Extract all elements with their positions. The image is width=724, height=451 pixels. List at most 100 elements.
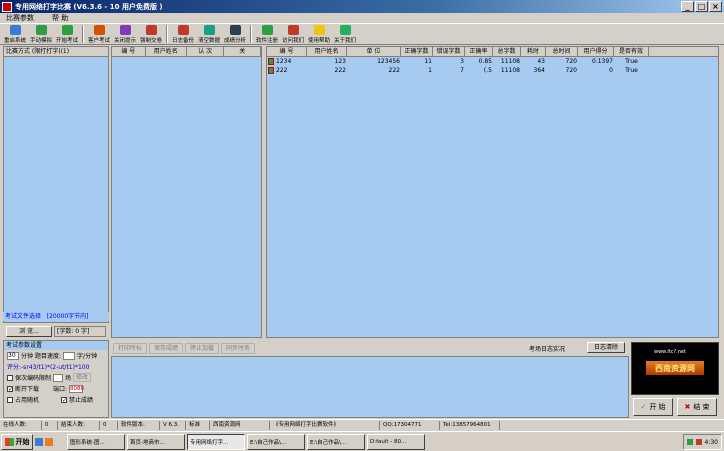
results-header-7[interactable]: 耗时 xyxy=(521,47,546,56)
start-menu-button[interactable]: 开始 xyxy=(1,433,33,450)
mid-header-1[interactable]: 用户姓名 xyxy=(146,47,187,56)
taskbar-item-2[interactable]: 专用网络打字... xyxy=(187,433,245,450)
log-action-button-3[interactable]: 同步时务 xyxy=(221,343,255,354)
table-row[interactable]: 222 222 222 1 7 (.5 11108 364 720 0 True xyxy=(267,66,718,75)
toolbar-button-9[interactable]: 软件注册 xyxy=(254,23,280,44)
table-cell: 11108 xyxy=(500,67,520,74)
toolbar-separator xyxy=(82,25,84,43)
toolbar-separator xyxy=(166,25,168,43)
option1-label: 保次编码限制 xyxy=(15,375,52,382)
taskbar-item-5[interactable]: D:fault - 80... xyxy=(367,433,425,450)
taskbar-item-1[interactable]: 首页-地商市... xyxy=(127,433,185,450)
status-field-7: 西南资源网 xyxy=(210,420,270,430)
results-header-6[interactable]: 总字数 xyxy=(493,47,521,56)
system-tray: 4:30 xyxy=(682,434,722,450)
start-button[interactable]: ✓ 开 始 xyxy=(633,398,673,416)
toolbar-button-6[interactable]: 日志备份 xyxy=(170,23,196,44)
settings-heading: 考试参数设置 xyxy=(4,341,108,350)
clear-log-button[interactable]: 日志清除 xyxy=(587,342,625,353)
toolbar-button-8[interactable]: 成绩分析 xyxy=(222,23,248,44)
option1-checkbox[interactable] xyxy=(7,374,13,381)
option3-checkbox[interactable] xyxy=(7,396,13,403)
table-cell: 222 xyxy=(388,67,400,74)
toolbar-icon-5 xyxy=(145,25,157,35)
menu-bar: 比赛参数 帮 助 xyxy=(0,13,724,23)
stop-button[interactable]: ✖ 结 束 xyxy=(677,398,717,416)
mid-header-3[interactable]: 关 xyxy=(224,47,261,56)
results-header-8[interactable]: 总时间 xyxy=(546,47,578,56)
settings-panel: 考试参数设置 30 分钟 题目速度: 字/分钟 评分:-sr43/t1)*(2-… xyxy=(3,340,109,418)
toolbar-button-11[interactable]: 使用帮助 xyxy=(306,23,332,44)
toolbar-button-5[interactable]: 强制交卷 xyxy=(138,23,164,44)
ad-banner[interactable]: www.itc?.net 西南资源网 xyxy=(631,342,719,395)
toolbar-button-3[interactable]: 客户考试 xyxy=(86,23,112,44)
score-formula: 评分:-sr43/t1)*(2-ut/t1)*100 xyxy=(7,364,90,371)
toolbar-label-6: 日志备份 xyxy=(171,38,194,44)
table-cell: (.5 xyxy=(483,67,492,74)
option4-checkbox[interactable]: ✓ xyxy=(61,396,67,403)
network-icon[interactable] xyxy=(686,439,693,445)
results-header-0[interactable]: 编 号 xyxy=(267,47,307,56)
maximize-button[interactable]: □ xyxy=(695,1,708,12)
browse-button[interactable]: 浏 览... xyxy=(6,326,52,337)
toolbar-button-4[interactable]: 关闭提示 xyxy=(112,23,138,44)
mid-header-0[interactable]: 编 号 xyxy=(112,47,146,56)
results-header-3[interactable]: 正确字数 xyxy=(401,47,433,56)
toolbar-button-10[interactable]: 访问我们 xyxy=(280,23,306,44)
port-input[interactable]: 8088 xyxy=(69,384,84,393)
table-row[interactable]: 1234 123 123456 11 3 0.85 11108 43 720 0.1397 True xyxy=(267,57,718,66)
toolbar-button-0[interactable]: 重启系统 xyxy=(2,23,28,44)
toolbar-button-1[interactable]: 手动模拟 xyxy=(28,23,54,44)
speed-label: 题目速度: xyxy=(35,353,62,360)
log-action-button-2[interactable]: 停止加载 xyxy=(185,343,219,354)
ie-icon[interactable] xyxy=(35,437,43,446)
table-cell: 720 xyxy=(565,58,577,65)
user-icon xyxy=(268,67,274,74)
option1-input[interactable] xyxy=(53,373,64,382)
close-button[interactable]: × xyxy=(709,1,722,12)
log-action-button-1[interactable]: 保存成绩 xyxy=(149,343,183,354)
toolbar-label-11: 使用帮助 xyxy=(307,38,330,44)
desktop-icon[interactable] xyxy=(45,437,53,446)
table-cell: 3 xyxy=(460,58,464,65)
taskbar: 开始 图形系统-图... 首页-地商市... 专用网络打字... E:\自己作品\..… xyxy=(0,431,724,451)
results-header-10[interactable]: 是否有效 xyxy=(614,47,649,56)
option1-unit: 场 xyxy=(65,375,72,382)
table-cell: 364 xyxy=(533,67,545,74)
toolbar-label-3: 客户考试 xyxy=(87,38,110,44)
toolbar-icon-10 xyxy=(287,25,299,35)
toolbar-label-7: 清空数据 xyxy=(197,38,220,44)
results-header-5[interactable]: 正确率 xyxy=(465,47,493,56)
results-header-9[interactable]: 用户得分 xyxy=(578,47,614,56)
volume-icon[interactable] xyxy=(695,439,702,445)
toolbar-icon-12 xyxy=(339,25,351,35)
status-bar: 在线人数: 0 结束人数: 0 软件版本: V 6.3. 标准 西南资源网 《专用网络打字比赛软… xyxy=(0,419,724,430)
minimize-button[interactable]: _ xyxy=(681,1,694,12)
results-table: 编 号用户姓名单 位正确字数 错误字数 正确率 总字数 耗时 总时间 用户得分 是否有效 12… xyxy=(266,46,719,338)
table-cell: 222 xyxy=(334,67,346,74)
log-action-button-0[interactable]: 打印所标 xyxy=(113,343,147,354)
competition-mode-heading: 比赛方式 (限打打字)(1) xyxy=(4,47,108,57)
menu-help[interactable]: 帮 助 xyxy=(52,13,68,23)
status-field-2: 结束人数: xyxy=(58,420,100,430)
modify-button[interactable]: 修改 xyxy=(73,373,92,382)
results-header-4[interactable]: 错误字数 xyxy=(433,47,465,56)
toolbar-separator xyxy=(250,25,252,43)
menu-params[interactable]: 比赛参数 xyxy=(6,13,34,23)
toolbar-button-2[interactable]: 开始考试 xyxy=(54,23,80,44)
taskbar-item-4[interactable]: E:\自己作品\... xyxy=(307,433,365,450)
toolbar-button-7[interactable]: 清空数据 xyxy=(196,23,222,44)
competition-mode-panel: 比赛方式 (限打打字)(1) xyxy=(3,46,109,323)
taskbar-item-0[interactable]: 图形系统-图... xyxy=(67,433,125,450)
minutes-input[interactable]: 30 xyxy=(7,351,19,360)
mid-header-2[interactable]: 认 次 xyxy=(187,47,225,56)
status-field-8: 《专用网络打字比赛软件》 xyxy=(270,420,380,430)
results-header-2[interactable]: 单 位 xyxy=(347,47,401,56)
toolbar-button-12[interactable]: 关于我们 xyxy=(332,23,358,44)
option2-checkbox[interactable]: ✓ xyxy=(7,385,13,392)
speed-input[interactable] xyxy=(63,351,76,360)
taskbar-item-3[interactable]: E:\自己作品\... xyxy=(247,433,305,450)
word-count: [字数: 0 字] xyxy=(54,326,106,337)
title-bar: 专用网络打字比赛 (V6.3.6 - 10 用户免费版 ) _ □ × xyxy=(0,0,724,13)
results-header-1[interactable]: 用户姓名 xyxy=(307,47,347,56)
